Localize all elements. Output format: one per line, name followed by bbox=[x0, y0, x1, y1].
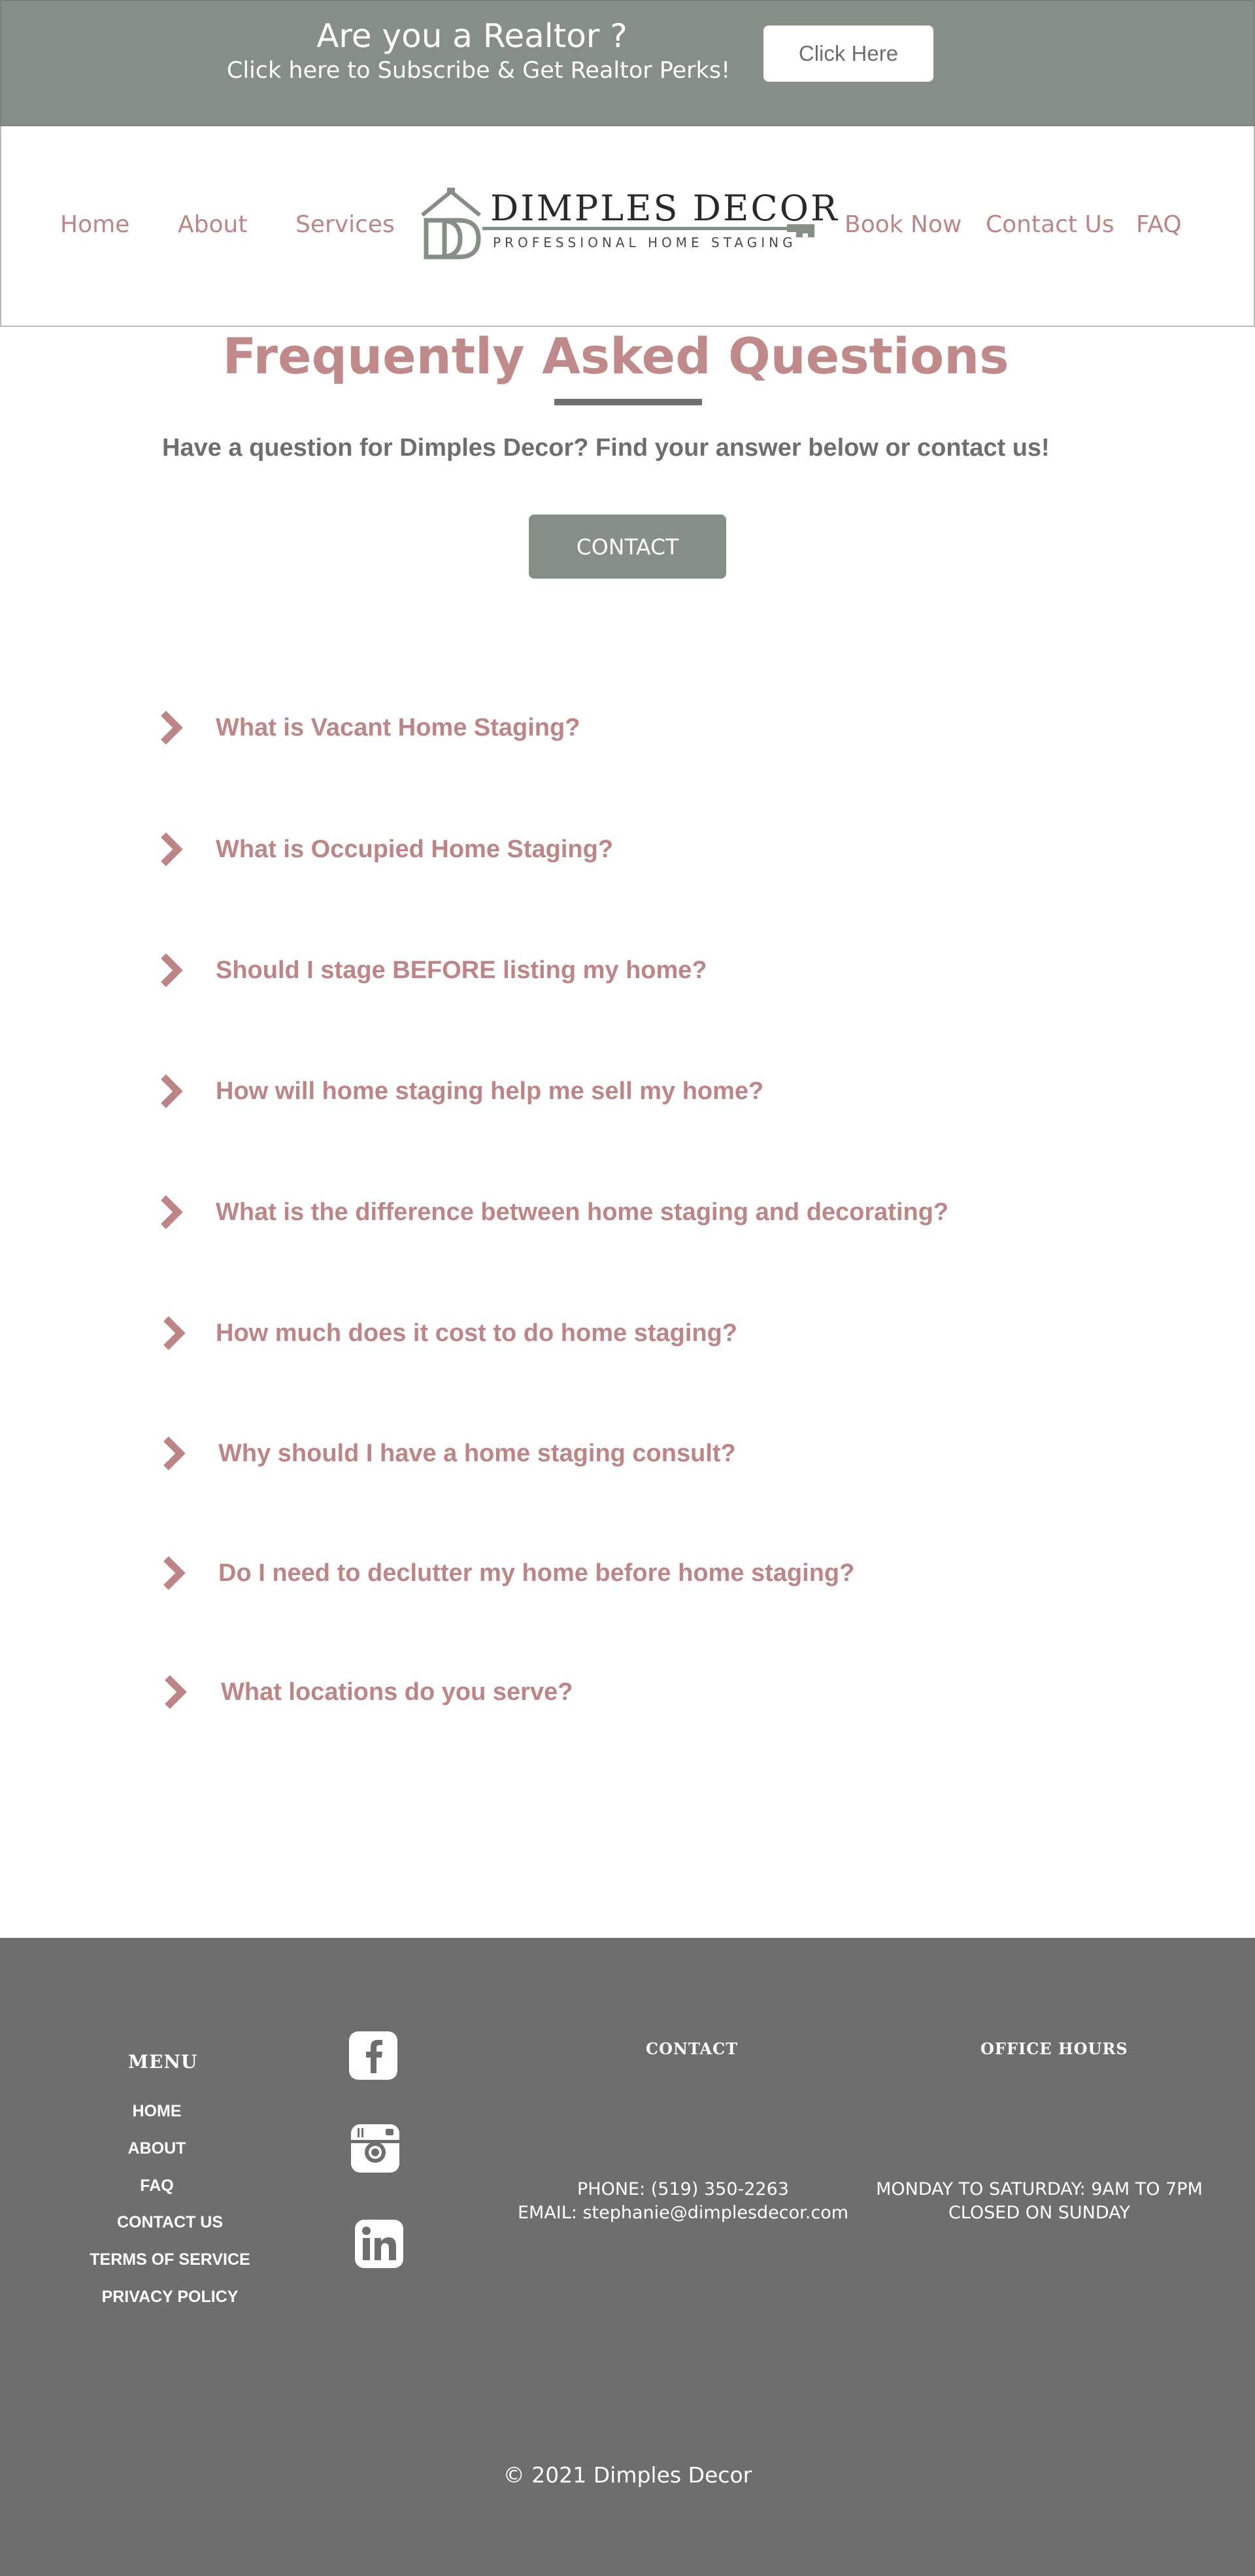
footer-contact-heading: CONTACT bbox=[646, 2039, 739, 2058]
chevron-right-icon bbox=[161, 953, 183, 987]
banner-subheading[interactable]: Click here to Subscribe & Get Realtor Pe… bbox=[210, 58, 746, 84]
footer-hours-weekdays: MONDAY TO SATURDAY: 9AM TO 7PM bbox=[876, 2179, 1203, 2199]
faq-item[interactable]: What is Vacant Home Staging? bbox=[157, 702, 580, 754]
faq-item[interactable]: How will home staging help me sell my ho… bbox=[157, 1065, 763, 1117]
faq-question: Do I need to declutter my home before ho… bbox=[218, 1559, 855, 1587]
faq-question: What is Vacant Home Staging? bbox=[216, 713, 580, 741]
faq-item[interactable]: What is Occupied Home Staging? bbox=[157, 823, 613, 875]
footer-hours-heading: OFFICE HOURS bbox=[980, 2039, 1128, 2058]
chevron-right-icon bbox=[163, 1316, 186, 1350]
faq-item[interactable]: What locations do you serve? bbox=[157, 1666, 573, 1718]
chevron-right-icon bbox=[163, 1436, 186, 1470]
faq-question: What is the difference between home stag… bbox=[216, 1198, 949, 1226]
linkedin-icon[interactable] bbox=[354, 2218, 405, 2269]
faq-item[interactable]: How much does it cost to do home staging… bbox=[157, 1307, 737, 1359]
nav-home[interactable]: Home bbox=[60, 211, 129, 238]
chevron-right-icon bbox=[161, 1195, 183, 1229]
chevron-right-icon bbox=[165, 1675, 187, 1709]
logo-tagline: PROFESSIONAL HOME STAGING bbox=[493, 235, 797, 250]
page-title: Frequently Asked Questions bbox=[222, 327, 1009, 385]
click-here-button[interactable]: Click Here bbox=[763, 25, 933, 82]
faq-item[interactable]: Do I need to declutter my home before ho… bbox=[157, 1547, 854, 1599]
chevron-right-icon bbox=[161, 1074, 183, 1108]
footer-hours-sunday: CLOSED ON SUNDAY bbox=[948, 2203, 1131, 2223]
title-divider bbox=[554, 399, 702, 405]
footer-link-contact-us[interactable]: CONTACT US bbox=[78, 2213, 261, 2232]
nav-faq[interactable]: FAQ bbox=[1136, 211, 1182, 238]
banner-heading: Are you a Realtor ? bbox=[316, 17, 628, 55]
footer-phone: PHONE: (519) 350-2263 bbox=[577, 2179, 789, 2199]
facebook-icon[interactable] bbox=[348, 2030, 399, 2081]
faq-question: How will home staging help me sell my ho… bbox=[216, 1077, 764, 1105]
faq-item[interactable]: What is the difference between home stag… bbox=[157, 1186, 948, 1238]
footer-link-faq[interactable]: FAQ bbox=[92, 2177, 222, 2195]
faq-question: Should I stage BEFORE listing my home? bbox=[216, 956, 707, 984]
nav-about[interactable]: About bbox=[178, 211, 247, 238]
copyright: © 2021 Dimples Decor bbox=[503, 2462, 752, 2488]
realtor-banner: Are you a Realtor ? Click here to Subscr… bbox=[0, 0, 1255, 126]
footer-link-terms[interactable]: TERMS OF SERVICE bbox=[72, 2250, 268, 2269]
chevron-right-icon bbox=[161, 832, 183, 866]
contact-button[interactable]: CONTACT bbox=[529, 515, 726, 579]
site-footer: MENU HOME ABOUT FAQ CONTACT US TERMS OF … bbox=[0, 1938, 1255, 2576]
faq-item[interactable]: Should I stage BEFORE listing my home? bbox=[157, 944, 707, 996]
dimples-decor-logo[interactable]: DIMPLES DECOR PROFESSIONAL HOME STAGING bbox=[417, 186, 837, 265]
faq-question: What is Occupied Home Staging? bbox=[216, 835, 614, 863]
nav-services[interactable]: Services bbox=[295, 211, 395, 238]
footer-menu-heading: MENU bbox=[128, 2051, 198, 2073]
footer-email[interactable]: EMAIL: stephanie@dimplesdecor.com bbox=[477, 2203, 889, 2223]
faq-intro: Have a question for Dimples Decor? Find … bbox=[162, 434, 1050, 462]
faq-item[interactable]: Why should I have a home staging consult… bbox=[157, 1427, 736, 1480]
nav-book-now[interactable]: Book Now bbox=[845, 211, 962, 238]
faq-question: How much does it cost to do home staging… bbox=[216, 1319, 738, 1347]
faq-question: Why should I have a home staging consult… bbox=[218, 1439, 736, 1467]
instagram-icon[interactable] bbox=[350, 2123, 401, 2174]
chevron-right-icon bbox=[161, 711, 183, 745]
faq-question: What locations do you serve? bbox=[221, 1678, 573, 1706]
logo-name: DIMPLES DECOR bbox=[490, 188, 839, 229]
site-header: Home About Services DIMPLES DECOR PROFES… bbox=[0, 126, 1255, 327]
footer-link-about[interactable]: ABOUT bbox=[92, 2139, 222, 2158]
nav-contact-us[interactable]: Contact Us bbox=[986, 211, 1114, 238]
footer-link-home[interactable]: HOME bbox=[92, 2102, 222, 2121]
footer-link-privacy[interactable]: PRIVACY POLICY bbox=[72, 2288, 268, 2307]
chevron-right-icon bbox=[163, 1556, 186, 1590]
